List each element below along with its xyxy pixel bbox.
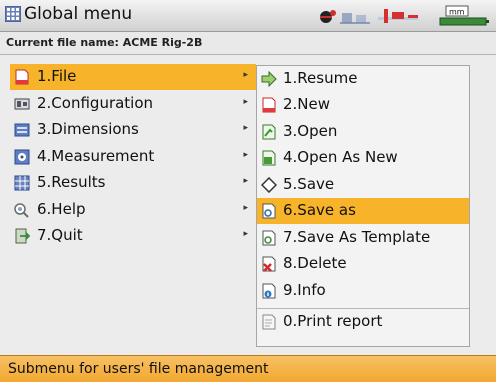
submenu-arrow-icon: ▸ <box>243 97 248 107</box>
submenu-item-label: 5.Save <box>283 175 335 193</box>
file-icon <box>15 69 29 85</box>
info-icon <box>262 283 276 299</box>
submenu-item-open-as-new[interactable]: 4.Open As New <box>257 145 469 171</box>
submenu-item-label: 2.New <box>283 95 331 113</box>
submenu-item-label: 9.Info <box>283 281 326 299</box>
menu-item-configuration[interactable]: 2.Configuration ▸ <box>10 91 256 117</box>
help-icon <box>14 203 29 218</box>
submenu-arrow-icon: ▸ <box>243 176 248 186</box>
rotor-icon <box>320 10 336 23</box>
submenu-item-save-as-template[interactable]: 7.Save As Template <box>257 225 469 251</box>
submenu-item-label: 4.Open As New <box>283 148 398 166</box>
resume-arrow-icon <box>261 71 277 87</box>
submenu-arrow-icon: ▸ <box>243 150 248 160</box>
menu-item-label: 7.Quit <box>37 226 83 244</box>
menu-item-measurement[interactable]: 4.Measurement ▸ <box>10 144 256 170</box>
submenu-arrow-icon: ▸ <box>243 203 248 213</box>
menu-item-label: 2.Configuration <box>37 94 154 112</box>
measurement-icon <box>14 149 30 165</box>
alignment-laser-icon <box>378 9 418 23</box>
save-template-icon <box>262 230 276 246</box>
submenu-item-open[interactable]: 3.Open <box>257 119 469 145</box>
submenu-item-save-as[interactable]: 6.Save as <box>257 198 469 224</box>
submenu-item-label: 6.Save as <box>283 201 356 219</box>
submenu-item-label: 8.Delete <box>283 254 347 272</box>
file-submenu: 1.Resume 2.New 3.Open 4.Open As New 5.Sa… <box>256 65 470 347</box>
submenu-item-delete[interactable]: 8.Delete <box>257 251 469 277</box>
save-diamond-icon <box>261 177 277 193</box>
window-title: Global menu <box>24 4 133 24</box>
menu-item-label: 1.File <box>37 67 77 85</box>
menu-item-file[interactable]: 1.File ▸ <box>10 64 256 90</box>
status-text: Submenu for users' file management <box>8 361 269 377</box>
menu-item-label: 3.Dimensions <box>37 120 139 138</box>
current-file-label: Current file name: ACME Rig-2B <box>6 36 203 49</box>
submenu-item-print-report[interactable]: 0.Print report <box>257 308 469 335</box>
configuration-icon <box>14 98 30 110</box>
svg-text:mm: mm <box>449 8 465 17</box>
dimensions-icon <box>14 123 30 137</box>
menu-item-label: 5.Results <box>37 173 106 191</box>
submenu-item-label: 7.Save As Template <box>283 228 431 246</box>
menu-item-label: 6.Help <box>37 200 86 218</box>
submenu-item-label: 1.Resume <box>283 69 358 87</box>
menu-item-dimensions[interactable]: 3.Dimensions ▸ <box>10 117 256 143</box>
submenu-item-save[interactable]: 5.Save <box>257 172 469 198</box>
print-report-icon <box>262 314 276 330</box>
menu-item-label: 4.Measurement <box>37 147 155 165</box>
submenu-arrow-icon: ▸ <box>243 229 248 239</box>
menu-item-results[interactable]: 5.Results ▸ <box>10 170 256 196</box>
submenu-arrow-icon: ▸ <box>243 123 248 133</box>
submenu-item-new[interactable]: 2.New <box>257 92 469 118</box>
submenu-item-label: 0.Print report <box>283 312 383 330</box>
title-bar: Global menu mm <box>0 0 496 32</box>
quit-icon <box>15 228 30 244</box>
open-file-icon <box>262 124 276 140</box>
unit-mm-icon: mm <box>445 5 469 17</box>
submenu-item-info[interactable]: 9.Info <box>257 278 469 304</box>
current-file-bar: Current file name: ACME Rig-2B <box>0 32 496 55</box>
new-file-icon <box>262 97 276 113</box>
open-as-new-icon <box>262 150 276 166</box>
grid-menu-icon <box>5 6 21 22</box>
results-icon <box>14 175 30 191</box>
machine-train-icon <box>340 13 370 24</box>
save-as-icon <box>262 203 276 219</box>
submenu-item-label: 3.Open <box>283 122 338 140</box>
menu-item-help[interactable]: 6.Help ▸ <box>10 197 256 223</box>
submenu-item-resume[interactable]: 1.Resume <box>257 66 469 92</box>
submenu-arrow-icon: ▸ <box>243 70 248 80</box>
menu-item-quit[interactable]: 7.Quit ▸ <box>10 223 256 249</box>
status-bar: Submenu for users' file management <box>0 355 496 382</box>
battery-icon <box>439 17 489 26</box>
delete-icon <box>262 256 276 272</box>
status-icons: mm <box>320 5 489 26</box>
